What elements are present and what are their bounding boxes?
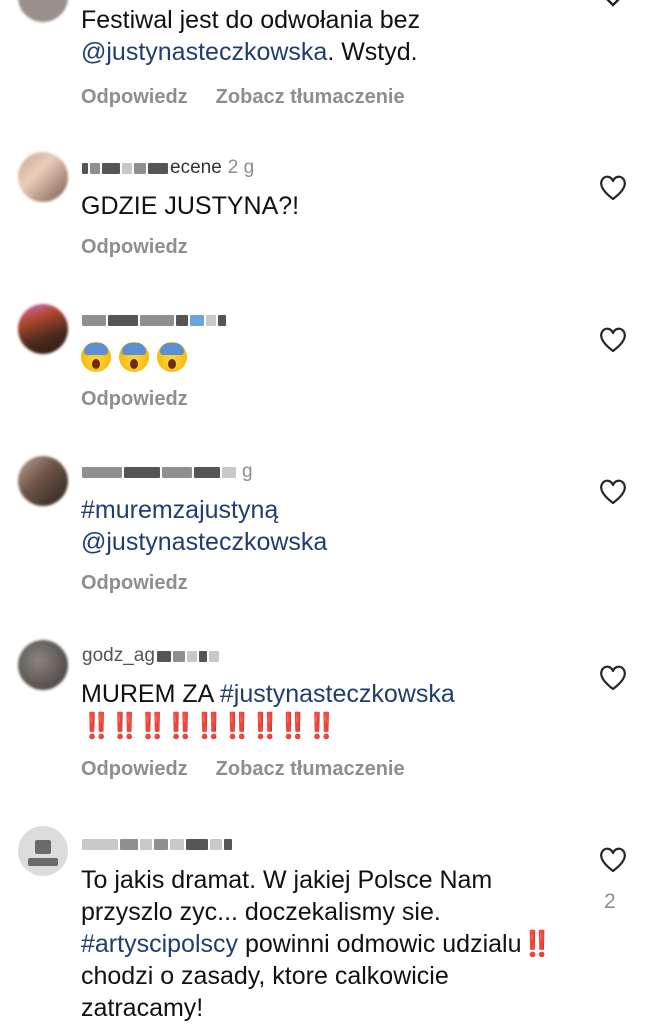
- comment-actions: Odpowiedz: [81, 572, 188, 595]
- timestamp: 2 g: [227, 157, 255, 178]
- hashtag-link[interactable]: #justynasteczkowska: [220, 680, 455, 708]
- double-exclamation-emoji: ‼️: [521, 930, 552, 958]
- comment-emoji: [81, 342, 561, 372]
- avatar[interactable]: [18, 826, 68, 876]
- reply-button[interactable]: Odpowiedz: [81, 86, 188, 109]
- comment-text: To jakis dramat. W jakiej Polsce Nam prz…: [81, 866, 553, 1022]
- face-screaming-in-fear-icon: [81, 342, 111, 372]
- username-pixelated[interactable]: ecene 2 g: [82, 157, 255, 178]
- comment-actions: Odpowiedz: [81, 236, 188, 259]
- mention-link[interactable]: @justynasteczkowska: [81, 528, 327, 556]
- username-pixelated[interactable]: [82, 310, 226, 330]
- heart-outline-icon[interactable]: [598, 326, 628, 354]
- timestamp: g: [242, 461, 253, 482]
- avatar[interactable]: [18, 640, 68, 690]
- translate-button[interactable]: Zobacz tłumaczenie: [216, 758, 405, 781]
- hashtag-link[interactable]: #muremzajustyną: [81, 496, 278, 524]
- chevron-down-icon[interactable]: [598, 0, 628, 14]
- avatar[interactable]: [18, 304, 68, 354]
- face-screaming-in-fear-icon: [157, 342, 187, 372]
- reply-button[interactable]: Odpowiedz: [81, 388, 188, 411]
- avatar[interactable]: [18, 0, 68, 22]
- like-count: 2: [604, 890, 616, 913]
- heart-outline-icon[interactable]: [598, 846, 628, 874]
- username-pixelated[interactable]: [82, 834, 232, 854]
- username-pixelated[interactable]: godz_ag: [82, 645, 219, 666]
- heart-outline-icon[interactable]: [598, 478, 628, 506]
- reply-button[interactable]: Odpowiedz: [81, 758, 188, 781]
- translate-button[interactable]: Zobacz tłumaczenie: [216, 86, 405, 109]
- double-exclamation-emoji: ‼️‼️‼️‼️‼️‼️‼️‼️‼️: [81, 712, 337, 740]
- heart-outline-icon[interactable]: [598, 174, 628, 202]
- comment-actions: Odpowiedz: [81, 388, 188, 411]
- heart-outline-icon[interactable]: [598, 664, 628, 692]
- avatar[interactable]: [18, 152, 68, 202]
- comment-text: #muremzajustyną @justynasteczkowska: [81, 494, 561, 558]
- comment-text: MUREM ZA #justynasteczkowska ‼️‼️‼️‼️‼️‼…: [81, 680, 455, 740]
- mention-link[interactable]: @justynasteczkowska: [81, 38, 327, 66]
- comment-text: GDZIE JUSTYNA?!: [81, 192, 300, 220]
- avatar[interactable]: [18, 456, 68, 506]
- comment-text: Festiwal jest do odwołania bez @justynas…: [81, 6, 421, 66]
- reply-button[interactable]: Odpowiedz: [81, 236, 188, 259]
- reply-button[interactable]: Odpowiedz: [81, 572, 188, 595]
- hashtag-link[interactable]: #artyscipolscy: [81, 930, 238, 958]
- face-screaming-in-fear-icon: [119, 342, 149, 372]
- comment-actions: Odpowiedz Zobacz tłumaczenie: [81, 758, 405, 781]
- username-pixelated[interactable]: g: [82, 461, 253, 482]
- comment-actions: Odpowiedz Zobacz tłumaczenie: [81, 86, 405, 109]
